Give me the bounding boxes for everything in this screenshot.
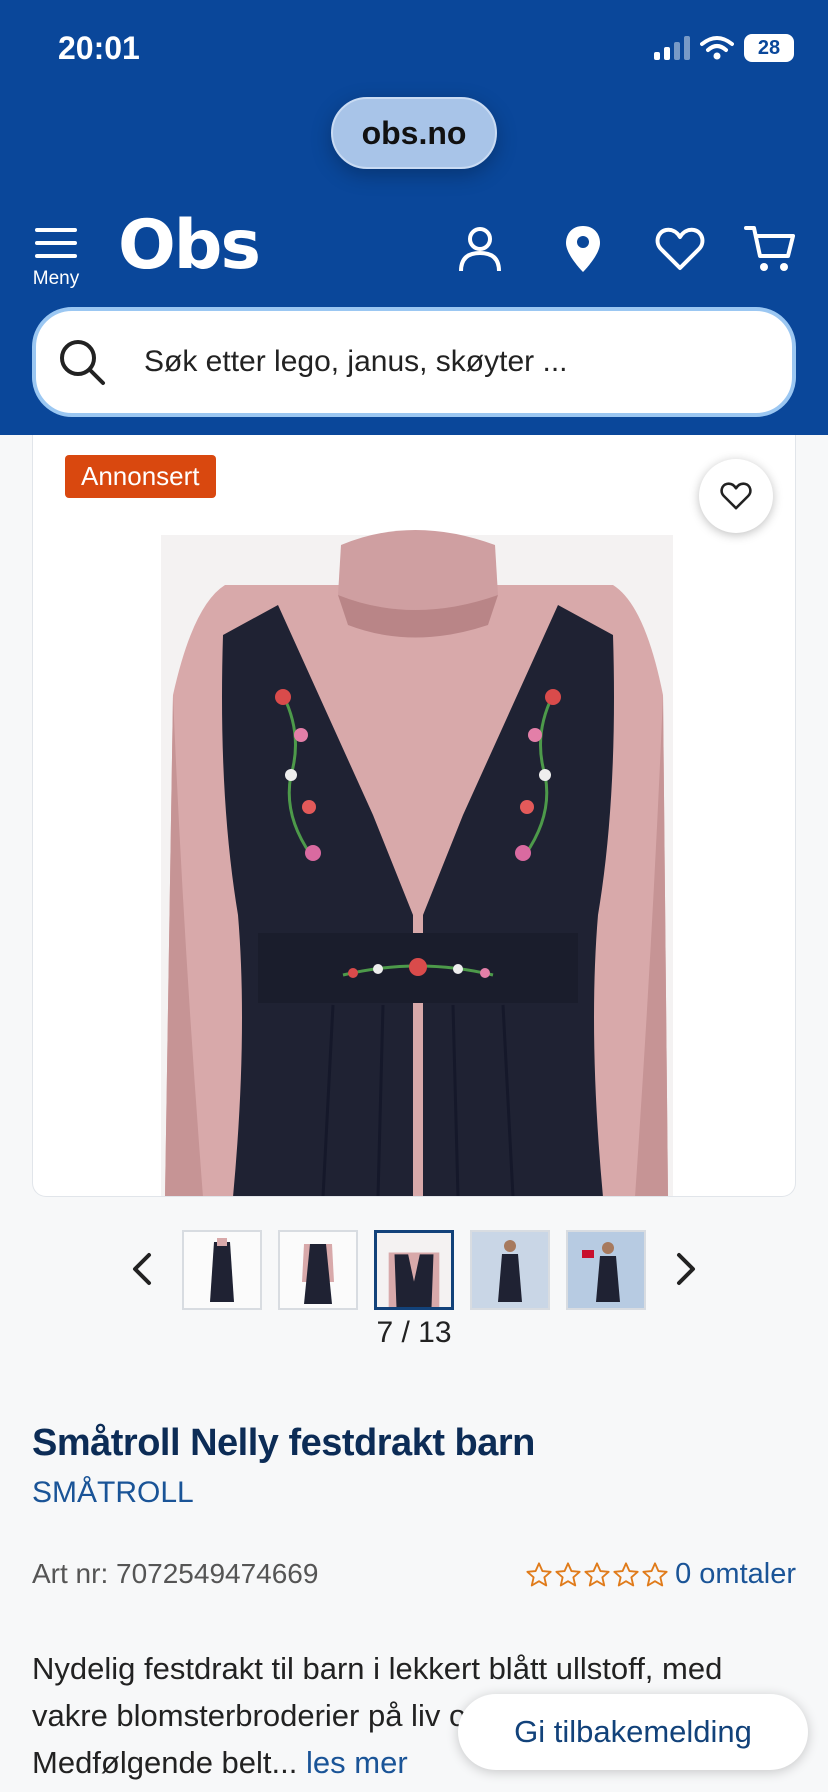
rating-summary[interactable]: 0 omtaler bbox=[525, 1558, 796, 1591]
next-image-button[interactable] bbox=[666, 1244, 706, 1294]
gallery-thumbnail[interactable] bbox=[566, 1230, 646, 1310]
heart-outline-icon bbox=[720, 482, 752, 510]
star-empty-icon bbox=[555, 1561, 581, 1586]
read-more-link[interactable]: les mer bbox=[306, 1745, 408, 1780]
cart-icon[interactable] bbox=[743, 222, 797, 276]
article-number: Art nr: 7072549474669 bbox=[32, 1558, 319, 1589]
chevron-right-icon bbox=[677, 1253, 695, 1285]
thumbnail-image bbox=[568, 1232, 644, 1308]
search-input[interactable] bbox=[144, 345, 744, 379]
reviews-link[interactable]: 0 omtaler bbox=[675, 1558, 796, 1591]
thumbnail-image bbox=[280, 1232, 356, 1308]
menu-label: Meny bbox=[32, 268, 80, 289]
wifi-icon bbox=[700, 36, 734, 60]
status-time: 20:01 bbox=[58, 30, 140, 66]
gallery-thumbnail[interactable] bbox=[470, 1230, 550, 1310]
star-empty-icon bbox=[613, 1561, 639, 1586]
url-bar[interactable]: obs.no bbox=[331, 97, 497, 169]
thumbnail-image bbox=[377, 1233, 451, 1307]
user-icon[interactable] bbox=[453, 222, 507, 276]
search-bar[interactable] bbox=[32, 307, 796, 417]
sponsored-badge: Annonsert bbox=[65, 455, 216, 498]
location-pin-icon[interactable] bbox=[556, 222, 610, 276]
thumbnail-image bbox=[184, 1232, 260, 1308]
hamburger-icon bbox=[35, 228, 77, 258]
gallery-thumbnail[interactable] bbox=[182, 1230, 262, 1310]
product-image-card[interactable]: Annonsert bbox=[32, 435, 796, 1197]
gallery-thumbnail[interactable] bbox=[278, 1230, 358, 1310]
status-icons: 28 bbox=[654, 34, 794, 62]
search-icon bbox=[60, 340, 105, 385]
product-brand-link[interactable]: SMÅTROLL bbox=[32, 1476, 194, 1510]
gallery-pager: 7 / 13 bbox=[376, 1316, 452, 1349]
rating-stars bbox=[525, 1561, 669, 1589]
previous-image-button[interactable] bbox=[122, 1244, 162, 1294]
site-header: 20:01 28 obs.no Meny Obs bbox=[0, 0, 828, 435]
battery-indicator: 28 bbox=[744, 34, 794, 62]
signal-icon bbox=[654, 36, 690, 60]
obs-logo[interactable]: Obs bbox=[118, 212, 261, 280]
star-empty-icon bbox=[642, 1561, 668, 1586]
menu-button[interactable]: Meny bbox=[26, 222, 86, 289]
add-to-favorites-button[interactable] bbox=[699, 459, 773, 533]
product-image[interactable] bbox=[33, 435, 796, 1197]
product-title: Småtroll Nelly festdrakt barn bbox=[32, 1422, 535, 1464]
chevron-left-icon bbox=[133, 1253, 151, 1285]
gallery-thumbnail-active[interactable] bbox=[374, 1230, 454, 1310]
image-gallery-thumbnails bbox=[0, 1230, 828, 1310]
star-empty-icon bbox=[526, 1561, 552, 1586]
give-feedback-button[interactable]: Gi tilbakemelding bbox=[458, 1694, 808, 1770]
star-empty-icon bbox=[584, 1561, 610, 1586]
thumbnail-image bbox=[472, 1232, 548, 1308]
heart-icon[interactable] bbox=[653, 222, 707, 276]
